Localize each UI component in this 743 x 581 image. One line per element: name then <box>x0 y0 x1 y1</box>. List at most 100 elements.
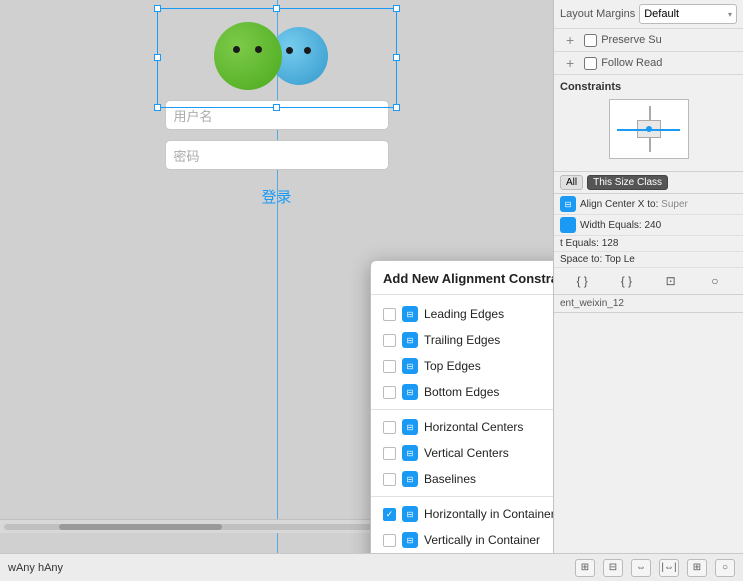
this-size-class-btn[interactable]: This Size Class <box>587 175 668 190</box>
checkbox-hcenter[interactable] <box>383 421 396 434</box>
canvas-area: 用户名 密码 登录 Add New Alignment Constraints … <box>0 0 553 553</box>
eye-left-blue <box>286 47 293 54</box>
constraints-diagram <box>609 99 689 159</box>
popup-item-trailing[interactable]: ⊟ Trailing Edges ▾ <box>371 327 553 353</box>
identifier-row: ent_weixin_12 <box>554 295 743 313</box>
label-top: Top Edges <box>424 359 553 373</box>
all-size-class-btn[interactable]: All <box>560 175 583 190</box>
constraint-icon-hcenter: ⊟ <box>402 419 418 435</box>
layout-margins-label: Layout Margins <box>560 8 635 20</box>
popup-item-vcenter[interactable]: ⊟ Vertical Centers ▾ <box>371 440 553 466</box>
constraint-icon-h-container: ⊟ <box>402 506 418 522</box>
toolbar-btn-1[interactable]: ⊞ <box>575 559 595 577</box>
right-panel: Layout Margins Default ▾ + Preserve Su +… <box>553 0 743 553</box>
constraint-width: Width Equals: 240 <box>554 215 743 236</box>
circle-icon[interactable]: ○ <box>705 271 725 291</box>
constraint-icon-top: ⊟ <box>402 358 418 374</box>
label-vcenter: Vertical Centers <box>424 446 553 460</box>
identifier-text: ent_weixin_12 <box>560 298 624 309</box>
toolbar-btn-6[interactable]: ○ <box>715 559 735 577</box>
constraint-label-1: Align Center X to: Super <box>580 199 737 210</box>
popup-item-leading[interactable]: ⊟ Leading Edges ▾ <box>371 301 553 327</box>
popup-separator-2 <box>371 496 553 497</box>
constraint-icon-1: ⊟ <box>560 196 576 212</box>
handle-tr <box>393 5 400 12</box>
layout-margins-value: Default <box>644 8 679 20</box>
checkbox-bottom[interactable] <box>383 386 396 399</box>
login-button[interactable]: 登录 <box>261 186 291 207</box>
constraints-title: Constraints <box>560 81 737 93</box>
checkbox-v-container[interactable] <box>383 534 396 547</box>
popup-item-hcenter[interactable]: ⊟ Horizontal Centers ▾ <box>371 414 553 440</box>
username-placeholder: 用户名 <box>174 106 213 125</box>
layout-margins-row: Layout Margins Default ▾ <box>554 0 743 29</box>
eye-right-green <box>255 46 262 53</box>
spaceto-label: Space to: Top Le <box>560 254 737 265</box>
constraint-icon-leading: ⊟ <box>402 306 418 322</box>
handle-tc <box>273 5 280 12</box>
username-field: 用户名 <box>165 100 389 130</box>
handle-ml <box>154 54 161 61</box>
popup-item-bottom[interactable]: ⊟ Bottom Edges ▾ <box>371 379 553 405</box>
pin-icon[interactable]: ⊡ <box>661 271 681 291</box>
green-icon <box>214 22 282 90</box>
constraint-icon-v-container: ⊟ <box>402 532 418 548</box>
align-h-icon[interactable]: { } <box>616 271 636 291</box>
handle-tl <box>154 5 161 12</box>
follow-checkbox[interactable] <box>584 57 597 70</box>
popup-item-h-container[interactable]: ✓ ⊟ Horizontally in Container 0 ▾ <box>371 501 553 527</box>
label-trailing: Trailing Edges <box>424 333 553 347</box>
label-v-container: Vertically in Container <box>424 533 553 547</box>
plus-follow: + <box>560 55 580 71</box>
preserve-checkbox[interactable] <box>584 34 597 47</box>
constraint-align-center: ⊟ Align Center X to: Super <box>554 194 743 215</box>
alignment-constraints-popup: Add New Alignment Constraints ⊟ Leading … <box>370 260 553 553</box>
preserve-label: Preserve Su <box>601 34 662 46</box>
eye-right-blue <box>304 47 311 54</box>
toolbar-btn-3[interactable]: ⇔ <box>631 559 651 577</box>
spaceto-row: Space to: Top Le <box>554 252 743 268</box>
checkbox-baselines[interactable] <box>383 473 396 486</box>
label-h-container: Horizontally in Container <box>424 507 553 521</box>
handle-bl <box>154 104 161 111</box>
follow-label: Follow Read <box>601 57 662 69</box>
label-baselines: Baselines <box>424 472 553 486</box>
constraint-icon-baselines: ⊟ <box>402 471 418 487</box>
main-area: 用户名 密码 登录 Add New Alignment Constraints … <box>0 0 743 553</box>
wechat-icons <box>214 22 340 90</box>
layout-margins-dropdown[interactable]: Default ▾ <box>639 4 737 24</box>
popup-title: Add New Alignment Constraints <box>371 271 553 295</box>
popup-item-baselines[interactable]: ⊟ Baselines ▾ <box>371 466 553 492</box>
plus-preserve: + <box>560 32 580 48</box>
follow-row: + Follow Read <box>554 52 743 75</box>
handle-mr <box>393 54 400 61</box>
ios-form: 用户名 密码 登录 <box>142 0 412 207</box>
green-face <box>214 22 282 90</box>
constraint-icon-bottom: ⊟ <box>402 384 418 400</box>
popup-item-v-container[interactable]: ⊟ Vertically in Container 0 ▾ <box>371 527 553 553</box>
popup-separator-1 <box>371 409 553 410</box>
password-placeholder: 密码 <box>174 146 200 165</box>
checkbox-vcenter[interactable] <box>383 447 396 460</box>
scrollbar-thumb[interactable] <box>59 524 223 530</box>
expand-icon[interactable]: { } <box>572 271 592 291</box>
toolbar-btn-4[interactable]: |⇔| <box>659 559 679 577</box>
toolbar-icons: ⊞ ⊟ ⇔ |⇔| ⊞ ○ <box>575 559 735 577</box>
height-row: t Equals: 128 <box>554 236 743 252</box>
constraint-icon-vcenter: ⊟ <box>402 445 418 461</box>
popup-item-top[interactable]: ⊟ Top Edges ▾ <box>371 353 553 379</box>
constraints-section: Constraints <box>554 75 743 172</box>
height-equals-label: t Equals: 128 <box>560 238 737 249</box>
size-label: wAny hAny <box>8 562 63 574</box>
toolbar-btn-2[interactable]: ⊟ <box>603 559 623 577</box>
checkbox-h-container[interactable]: ✓ <box>383 508 396 521</box>
constraint-icon-trailing: ⊟ <box>402 332 418 348</box>
checkbox-top[interactable] <box>383 360 396 373</box>
label-hcenter: Horizontal Centers <box>424 420 553 434</box>
chevron-layout: ▾ <box>728 10 732 19</box>
checkbox-trailing[interactable] <box>383 334 396 347</box>
constraint-label-2: Width Equals: 240 <box>580 220 737 231</box>
toolbar-btn-5[interactable]: ⊞ <box>687 559 707 577</box>
checkbox-leading[interactable] <box>383 308 396 321</box>
handle-br <box>393 104 400 111</box>
